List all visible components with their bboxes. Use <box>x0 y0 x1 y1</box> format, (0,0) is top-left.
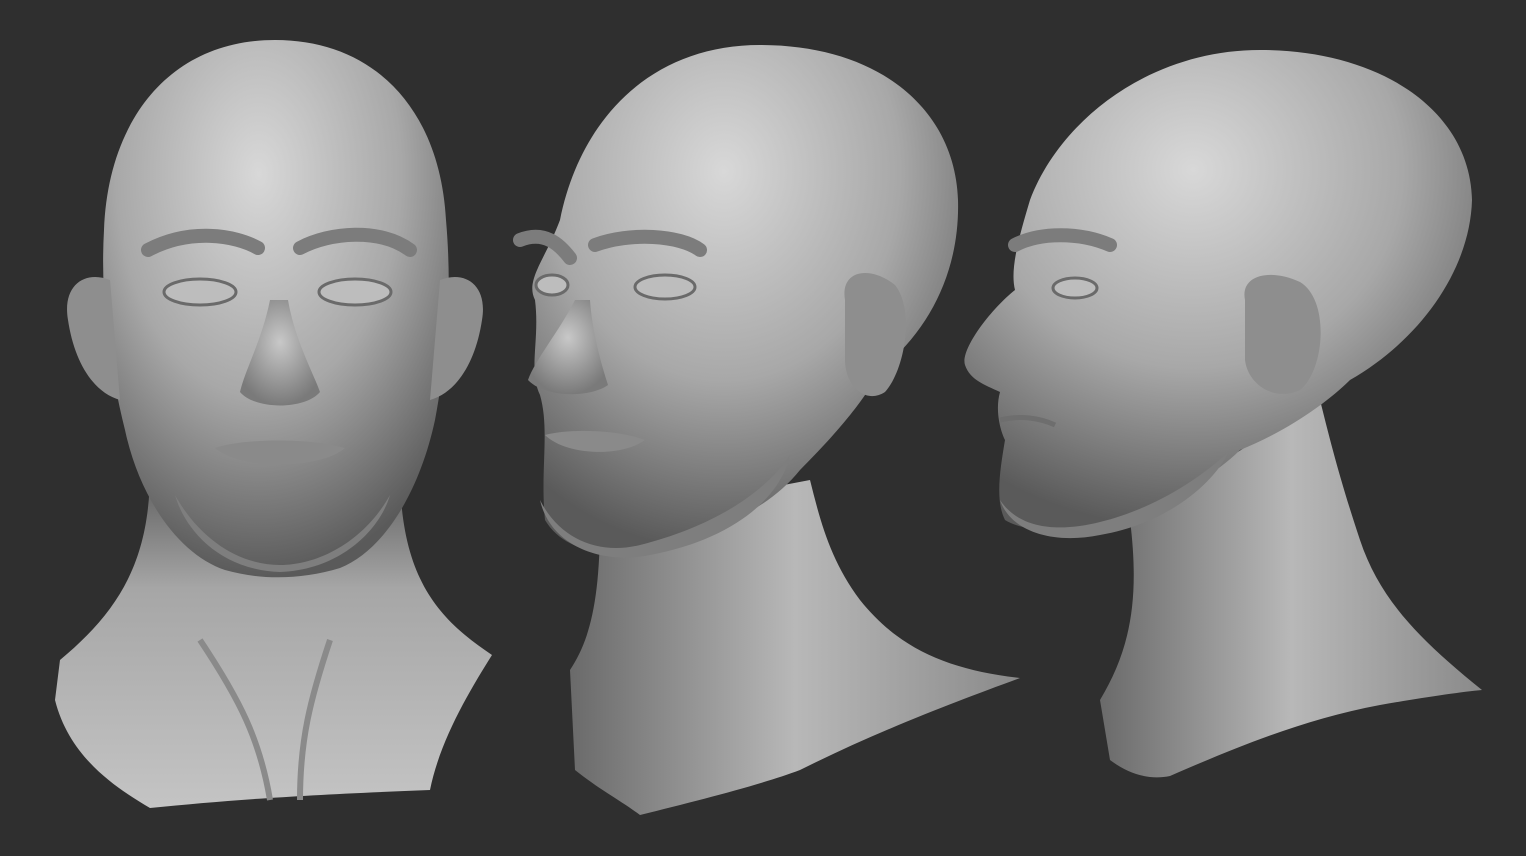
three-quarter-right-eye-icon <box>633 273 697 301</box>
sculpt-render-scene <box>0 0 1526 856</box>
profile-eye-icon <box>1051 276 1099 300</box>
front-right-eye-icon <box>317 277 393 307</box>
three-quarter-view <box>513 45 1020 815</box>
head-sculpts-svg <box>55 40 1482 815</box>
three-quarter-ear-icon <box>844 273 906 397</box>
profile-view <box>964 50 1482 778</box>
three-quarter-left-eye-icon <box>534 273 570 297</box>
front-left-eye-icon <box>162 277 238 307</box>
front-view <box>55 40 492 808</box>
profile-head <box>964 50 1472 530</box>
profile-ear-icon <box>1244 274 1321 394</box>
